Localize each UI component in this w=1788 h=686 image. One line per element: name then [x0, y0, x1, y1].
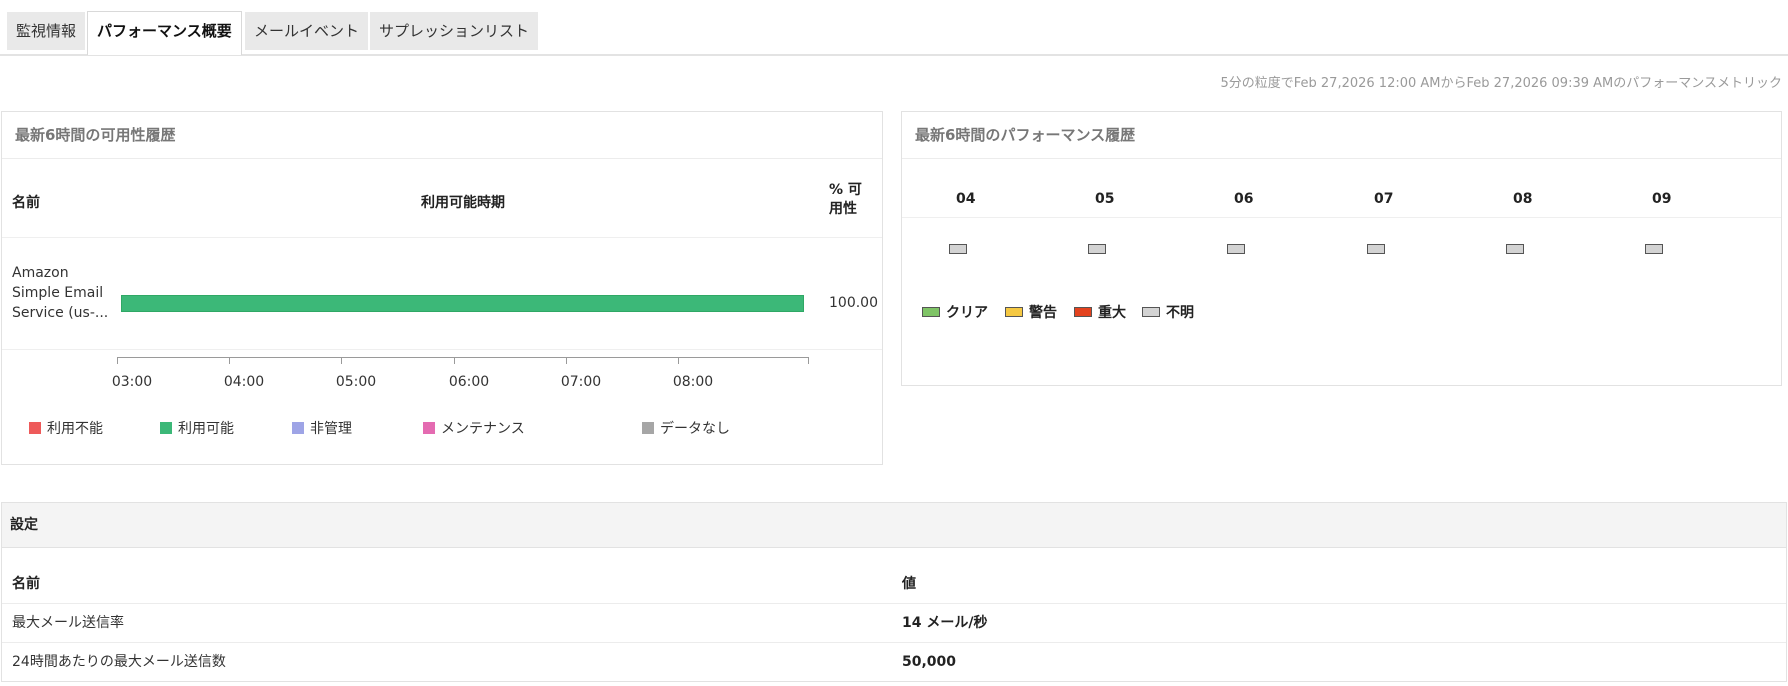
status-cell-07[interactable]	[1367, 244, 1385, 254]
status-cell-04[interactable]	[949, 244, 967, 254]
legend-swatch	[1074, 307, 1092, 317]
hour-label: 04	[956, 191, 976, 207]
tab-mail-events[interactable]: メールイベント	[245, 12, 369, 50]
hour-label: 08	[1513, 191, 1533, 207]
status-cell-09[interactable]	[1645, 244, 1663, 254]
settings-panel: 設定 名前 値 最大メール送信率 14 メール/秒 24時間あたりの最大メール送…	[1, 502, 1787, 682]
col-header-name: 名前	[12, 195, 40, 211]
col-header-period: 利用可能時期	[421, 195, 505, 211]
hour-label: 09	[1652, 191, 1672, 207]
setting-name: 最大メール送信率	[12, 615, 124, 631]
tab-monitor-info[interactable]: 監視情報	[7, 12, 86, 50]
legend-swatch	[423, 422, 435, 434]
axis-tick-label: 04:00	[223, 374, 265, 390]
axis-tick-label: 07:00	[560, 374, 602, 390]
legend-critical: 重大	[1074, 302, 1126, 322]
hour-label: 05	[1095, 191, 1115, 207]
axis-tick	[229, 357, 230, 364]
legend-unmanaged: 非管理	[292, 418, 352, 438]
legend-swatch	[292, 422, 304, 434]
legend-label: 不明	[1166, 305, 1194, 321]
axis-tick	[808, 357, 809, 364]
axis-tick	[341, 357, 342, 364]
settings-col-value: 値	[902, 576, 916, 592]
legend-swatch	[922, 307, 940, 317]
legend-clear: クリア	[922, 302, 988, 322]
availability-history-panel: 最新6時間の可用性履歴 名前 利用可能時期 % 可用性 Amazon Simpl…	[1, 111, 883, 465]
legend-label: 非管理	[310, 421, 352, 437]
legend-label: メンテナンス	[441, 421, 525, 437]
axis-tick	[678, 357, 679, 364]
status-cell-06[interactable]	[1227, 244, 1245, 254]
hour-label: 07	[1374, 191, 1394, 207]
legend-label: 利用不能	[47, 421, 103, 437]
settings-col-name: 名前	[12, 576, 40, 592]
legend-swatch	[160, 422, 172, 434]
performance-panel-title: 最新6時間のパフォーマンス履歴	[902, 112, 1781, 159]
setting-name: 24時間あたりの最大メール送信数	[12, 654, 226, 670]
legend-label: データなし	[660, 421, 730, 437]
availability-bar[interactable]	[121, 295, 804, 312]
row-divider	[2, 237, 882, 238]
row-divider	[902, 217, 1781, 218]
axis-tick	[566, 357, 567, 364]
service-name-link[interactable]: Amazon Simple Email Service (us-...	[12, 263, 112, 323]
axis-tick-label: 05:00	[335, 374, 377, 390]
settings-header-row: 名前 値	[2, 565, 1786, 604]
time-axis	[117, 357, 809, 358]
legend-warning: 警告	[1005, 302, 1057, 322]
legend-swatch	[1005, 307, 1023, 317]
row-divider	[2, 349, 882, 350]
legend-label: クリア	[946, 305, 988, 321]
table-row: 24時間あたりの最大メール送信数 50,000	[2, 643, 1786, 681]
axis-tick	[117, 357, 118, 364]
table-row: 最大メール送信率 14 メール/秒	[2, 604, 1786, 643]
legend-label: 利用可能	[178, 421, 234, 437]
hour-label: 06	[1234, 191, 1254, 207]
tab-performance-overview[interactable]: パフォーマンス概要	[87, 11, 242, 55]
tab-bar: 監視情報 パフォーマンス概要 メールイベント サプレッションリスト	[0, 0, 1788, 56]
setting-value: 14 メール/秒	[902, 615, 988, 631]
status-cell-08[interactable]	[1506, 244, 1524, 254]
setting-value: 50,000	[902, 654, 957, 670]
legend-swatch	[29, 422, 41, 434]
legend-unavailable: 利用不能	[29, 418, 103, 438]
tab-suppression-list[interactable]: サプレッションリスト	[370, 12, 539, 50]
axis-tick-label: 06:00	[448, 374, 490, 390]
availability-percent: 100.00	[829, 295, 878, 311]
availability-panel-title: 最新6時間の可用性履歴	[2, 112, 882, 159]
performance-history-panel: 最新6時間のパフォーマンス履歴 04 05 06 07 08 09 クリア 警告…	[901, 111, 1782, 386]
axis-tick	[454, 357, 455, 364]
col-header-percent: % 可用性	[829, 182, 862, 217]
legend-no-data: データなし	[642, 418, 730, 438]
legend-swatch	[642, 422, 654, 434]
legend-swatch	[1142, 307, 1160, 317]
status-cell-05[interactable]	[1088, 244, 1106, 254]
legend-label: 重大	[1098, 305, 1126, 321]
metrics-timestamp: 5分の粒度でFeb 27,2026 12:00 AMからFeb 27,2026 …	[1220, 76, 1782, 91]
legend-unknown: 不明	[1142, 302, 1194, 322]
settings-panel-title: 設定	[2, 503, 1786, 548]
axis-tick-label: 03:00	[111, 374, 153, 390]
legend-maintenance: メンテナンス	[423, 418, 525, 438]
axis-tick-label: 08:00	[672, 374, 714, 390]
legend-label: 警告	[1029, 305, 1057, 321]
legend-available: 利用可能	[160, 418, 234, 438]
